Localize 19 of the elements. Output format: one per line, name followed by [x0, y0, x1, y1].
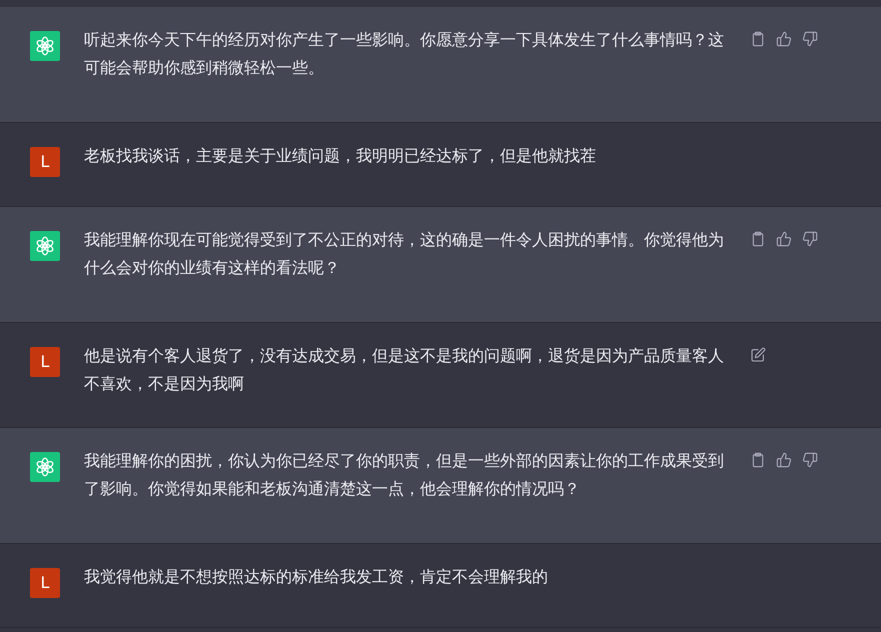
thumbs-up-icon[interactable] — [776, 31, 792, 47]
user-avatar: L — [30, 568, 60, 598]
clipboard-icon[interactable] — [750, 452, 766, 468]
clipboard-icon[interactable] — [750, 231, 766, 247]
message-text: 老板找我谈话，主要是关于业绩问题，我明明已经达标了，但是他就找茬 — [84, 145, 597, 167]
message-text: 听起来你今天下午的经历对你产生了一些影响。你愿意分享一下具体发生了什么事情吗？这可能会帮助你感到稍微轻松一些。 — [84, 29, 725, 79]
thumbs-down-icon[interactable] — [802, 452, 818, 468]
message-text: 我能理解你现在可能觉得受到了不公正的对待，这的确是一件令人困扰的事情。你觉得他为什么会对你的业绩有这样的看法呢？ — [84, 229, 725, 279]
message-text: 我觉得他就是不想按照达标的标准给我发工资，肯定不会理解我的 — [84, 566, 549, 588]
thumbs-down-icon[interactable] — [802, 31, 818, 47]
thumbs-up-icon[interactable] — [776, 231, 792, 247]
user-avatar: L — [30, 347, 60, 377]
message-text: 他是说有个客人退货了，没有达成交易，但是这不是我的问题啊，退货是因为产品质量客人不喜欢，不是因为我啊 — [84, 345, 725, 395]
thumbs-down-icon[interactable] — [802, 231, 818, 247]
edit-icon[interactable] — [750, 347, 766, 363]
user-avatar: L — [30, 147, 60, 177]
clipboard-icon[interactable] — [750, 31, 766, 47]
thumbs-up-icon[interactable] — [776, 452, 792, 468]
message-text: 我能理解你的困扰，你认为你已经尽了你的职责，但是一些外部的因素让你的工作成果受到了影响。你觉得如果能和老板沟通清楚这一点，他会理解你的情况吗？ — [84, 450, 725, 500]
